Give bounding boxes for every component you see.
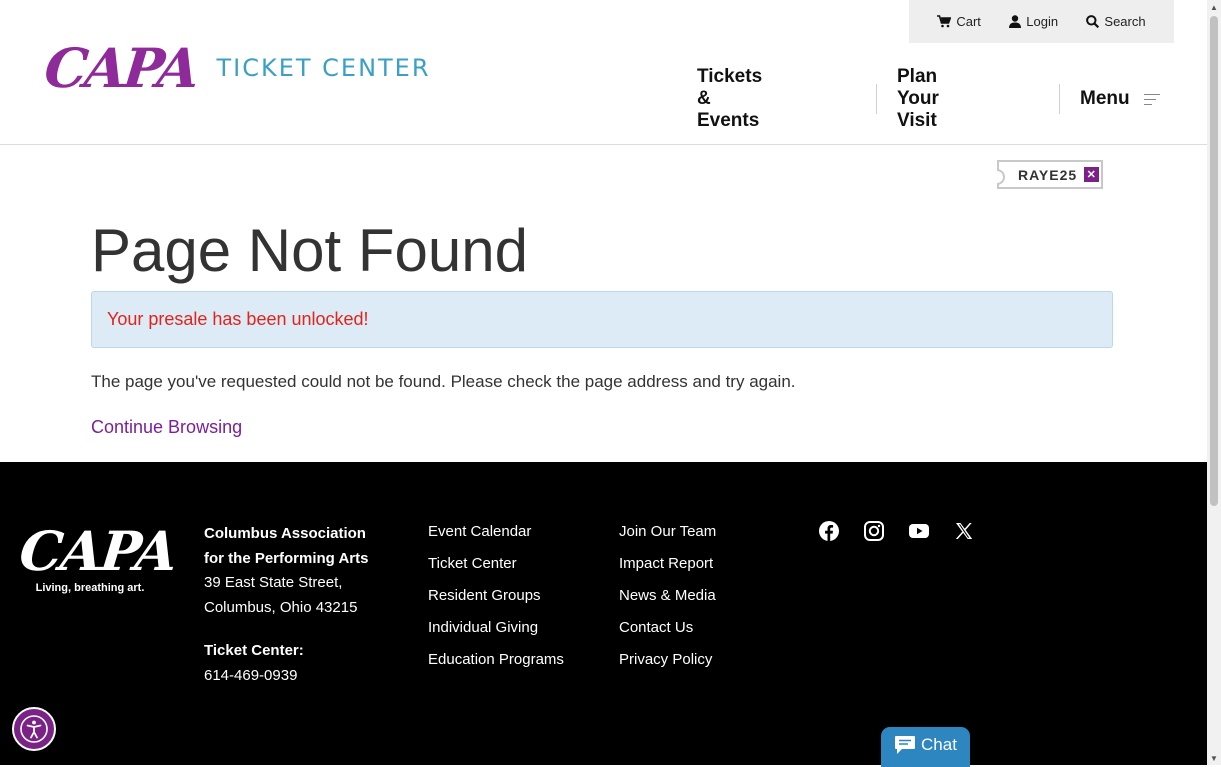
- footer-link[interactable]: Resident Groups: [428, 586, 564, 618]
- chat-label: Chat: [921, 735, 957, 754]
- remove-promo-button[interactable]: ✕: [1084, 167, 1100, 182]
- footer-link[interactable]: News & Media: [619, 586, 716, 618]
- footer-link[interactable]: Individual Giving: [428, 618, 564, 650]
- cart-icon: [937, 15, 952, 28]
- footer-logo-tagline: Living, breathing art.: [35, 582, 145, 594]
- cart-link[interactable]: Cart: [937, 14, 981, 29]
- youtube-icon[interactable]: [908, 520, 930, 542]
- logo-subtitle: TICKET CENTER: [216, 54, 431, 82]
- nav-plan-your-visit[interactable]: Plan Your Visit: [897, 66, 939, 131]
- footer-link[interactable]: Event Calendar: [428, 522, 564, 554]
- footer-link[interactable]: Education Programs: [428, 650, 564, 682]
- instagram-icon[interactable]: [863, 520, 885, 542]
- nav-tickets-events[interactable]: Tickets & Events: [697, 66, 762, 131]
- org-name-line2: for the Performing Arts: [204, 549, 369, 567]
- footer-link[interactable]: Ticket Center: [428, 554, 564, 586]
- x-icon[interactable]: [953, 520, 975, 542]
- nav-divider: [876, 84, 877, 114]
- page-title: Page Not Found: [91, 217, 528, 284]
- scroll-down-arrow-icon[interactable]: ▼: [1207, 751, 1221, 765]
- facebook-icon[interactable]: [818, 520, 840, 542]
- cart-label: Cart: [956, 14, 981, 29]
- presale-alert: Your presale has been unlocked!: [91, 291, 1113, 348]
- accessibility-button[interactable]: [12, 707, 56, 751]
- footer-link[interactable]: Privacy Policy: [619, 650, 716, 682]
- not-found-message: The page you've requested could not be f…: [91, 372, 796, 391]
- accessibility-icon: [20, 715, 48, 743]
- nav-menu-label: Menu: [1080, 88, 1130, 109]
- user-icon: [1009, 15, 1022, 28]
- promo-code: RAYE25: [1018, 166, 1078, 183]
- footer-links-col1: Event Calendar Ticket Center Resident Gr…: [428, 522, 564, 682]
- chat-button[interactable]: Chat: [881, 727, 970, 767]
- footer-logo-capa: CAPA: [16, 519, 179, 583]
- footer-links-col2: Join Our Team Impact Report News & Media…: [619, 522, 716, 682]
- search-icon: [1086, 15, 1100, 28]
- chat-bubble-icon: [895, 736, 916, 754]
- footer-link[interactable]: Contact Us: [619, 618, 716, 650]
- phone-number[interactable]: 614-469-0939: [204, 664, 368, 689]
- footer-address: Columbus Association for the Performing …: [204, 522, 368, 688]
- site-logo[interactable]: CAPA TICKET CENTER: [41, 36, 431, 100]
- org-name-line1: Columbus Association: [204, 525, 366, 542]
- alert-message: Your presale has been unlocked!: [107, 309, 369, 329]
- city-address: Columbus, Ohio 43215: [204, 598, 358, 616]
- search-label: Search: [1104, 14, 1146, 29]
- login-link[interactable]: Login: [1009, 14, 1058, 29]
- nav-menu[interactable]: Menu: [1080, 84, 1160, 114]
- login-label: Login: [1026, 14, 1059, 29]
- footer-link[interactable]: Join Our Team: [619, 522, 716, 554]
- footer-link[interactable]: Impact Report: [619, 554, 716, 586]
- vertical-scrollbar[interactable]: ▲ ▼: [1207, 0, 1221, 765]
- search-link[interactable]: Search: [1086, 14, 1146, 29]
- page: CAPA TICKET CENTER Cart Login Search Tic…: [0, 0, 1207, 767]
- site-header: CAPA TICKET CENTER Cart Login Search Tic…: [0, 0, 1207, 145]
- footer-logo[interactable]: CAPA Living, breathing art.: [16, 519, 179, 594]
- street-address: 39 East State Street,: [204, 574, 343, 591]
- scroll-up-arrow-icon[interactable]: ▲: [1207, 0, 1221, 14]
- utility-bar: Cart Login Search: [909, 0, 1174, 43]
- scrollbar-thumb[interactable]: [1210, 16, 1218, 506]
- hamburger-icon: [1143, 93, 1160, 105]
- ticket-center-label: Ticket Center:: [204, 642, 304, 659]
- logo-capa: CAPA: [41, 36, 200, 100]
- site-footer: CAPA Living, breathing art. Columbus Ass…: [0, 462, 1207, 767]
- continue-browsing-link[interactable]: Continue Browsing: [91, 417, 242, 438]
- ticket-notch: [997, 169, 1005, 185]
- nav-divider: [1059, 84, 1060, 114]
- promo-code-tag: RAYE25 ✕: [997, 160, 1103, 189]
